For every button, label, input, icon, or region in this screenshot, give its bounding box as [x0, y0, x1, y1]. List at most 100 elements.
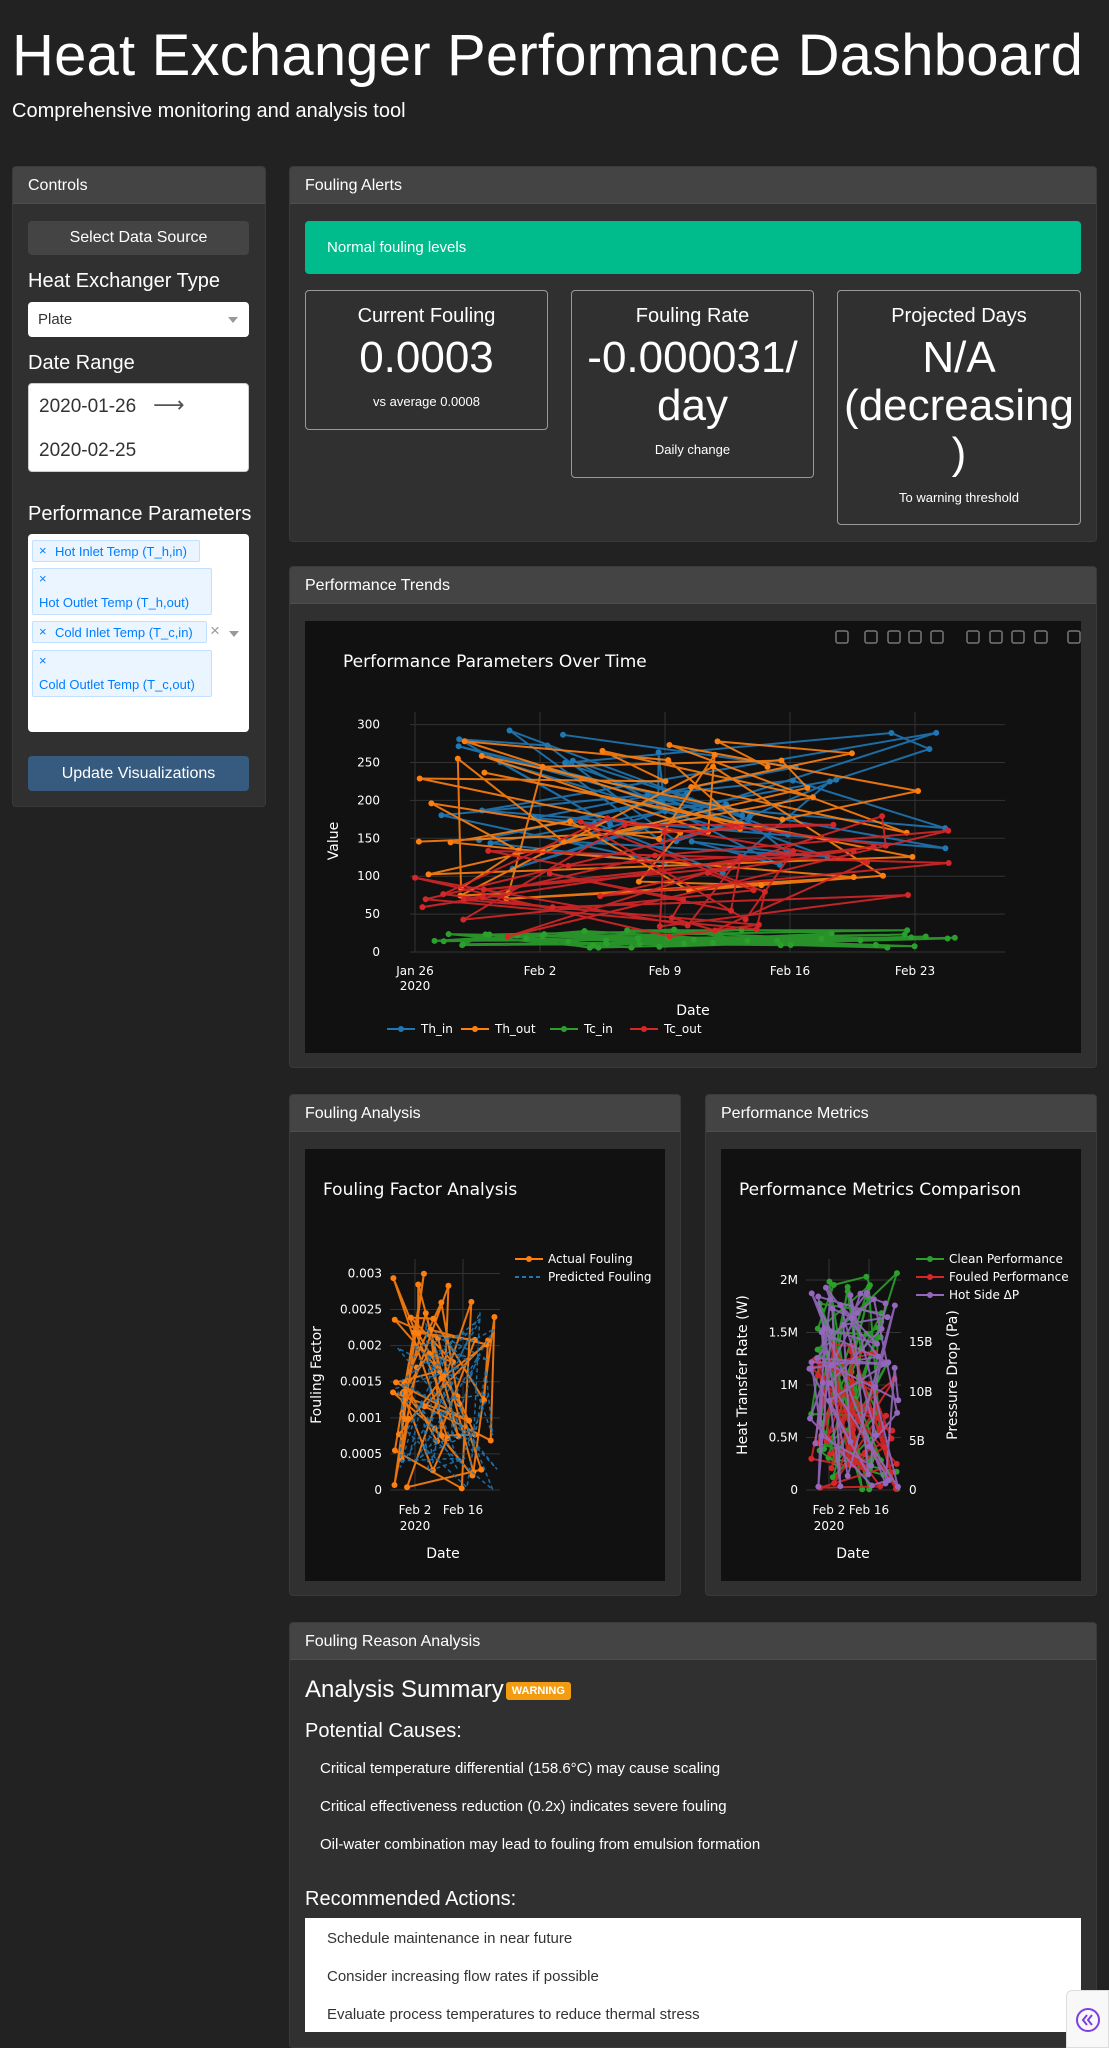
data-point: [478, 752, 485, 759]
fouling-rate-sub: Daily change: [654, 442, 731, 457]
y-tick-label: 0.001: [348, 1411, 382, 1425]
cause-item: Critical effectiveness reduction (0.2x) …: [320, 1798, 727, 1815]
data-point: [750, 887, 757, 894]
legend-label: Clean Performance: [949, 1252, 1063, 1266]
chart-title: Performance Parameters Over Time: [343, 652, 647, 672]
data-point: [636, 940, 643, 947]
warning-badge: WARNING: [505, 1681, 571, 1700]
update-visualizations-button[interactable]: Update Visualizations: [28, 756, 249, 791]
home-icon[interactable]: [1034, 630, 1048, 644]
current-fouling-sub: vs average 0.0008: [373, 394, 480, 409]
data-point: [624, 927, 631, 934]
data-point: [438, 812, 445, 819]
clear-icon[interactable]: ×: [210, 621, 220, 641]
y-axis-title: Value: [326, 822, 342, 860]
hx-type-select[interactable]: Plate: [28, 302, 249, 337]
zoom-out-icon[interactable]: [989, 630, 1003, 644]
performance-metrics-plot[interactable]: Performance Metrics Comparison 0 0.5M 1M 1.5…: [721, 1149, 1081, 1581]
data-point: [447, 839, 454, 846]
data-point: [787, 942, 794, 949]
x-axis-title: Date: [426, 1546, 459, 1562]
data-point: [883, 1412, 890, 1419]
data-point: [864, 859, 871, 866]
data-point: [837, 1302, 844, 1309]
performance-trends-chart[interactable]: Performance Parameters Over Time 0 50 100 15…: [305, 621, 1081, 1053]
data-point: [479, 894, 486, 901]
chip-remove-icon[interactable]: ×: [39, 653, 47, 668]
performance-trends-plot[interactable]: Performance Parameters Over Time 0 50 100 15…: [305, 621, 1081, 1053]
chip-remove-icon[interactable]: ×: [39, 571, 47, 586]
y-tick-label: 0.5M: [769, 1431, 798, 1445]
y2-axis-title: Pressure Drop (Pa): [945, 1310, 961, 1440]
chevrons-left-icon: [1076, 2008, 1100, 2032]
data-point: [539, 763, 546, 770]
data-point: [666, 933, 673, 940]
data-point: [655, 835, 662, 842]
zoom-in-icon[interactable]: [966, 630, 980, 644]
data-point: [739, 812, 746, 819]
data-point: [438, 1299, 445, 1306]
box-select-icon[interactable]: [908, 630, 922, 644]
debug-toggle-button[interactable]: [1066, 1990, 1109, 2048]
series-line-Th_out: [418, 740, 919, 900]
x-tick-year: 2020: [400, 979, 431, 993]
param-chip-cold-outlet[interactable]: × Cold Outlet Temp (T_c,out): [32, 650, 212, 697]
legend-marker: [398, 1026, 404, 1032]
data-point: [879, 872, 886, 879]
data-point: [894, 1483, 901, 1490]
data-point: [828, 930, 835, 937]
x-tick-year: 2020: [814, 1519, 845, 1533]
data-point: [416, 775, 423, 782]
data-point: [844, 1283, 851, 1290]
data-point: [744, 937, 751, 944]
data-point: [882, 842, 889, 849]
data-point: [746, 813, 753, 820]
chip-remove-icon[interactable]: ×: [39, 543, 47, 558]
y2-tick-label: 15B: [909, 1335, 933, 1349]
fouling-status-alert: Normal fouling levels: [305, 221, 1081, 274]
data-point: [891, 1302, 898, 1309]
data-point: [485, 847, 492, 854]
performance-trends-header: Performance Trends: [290, 567, 1096, 604]
chip-remove-icon[interactable]: ×: [39, 624, 47, 639]
data-point: [873, 1432, 880, 1439]
date-range-picker[interactable]: 2020-01-26 ⟶ 2020-02-25: [28, 383, 249, 472]
data-point: [777, 942, 784, 949]
chevron-down-icon[interactable]: [229, 631, 239, 637]
data-point: [481, 769, 488, 776]
data-point: [420, 1270, 427, 1277]
legend-marker: [641, 1026, 647, 1032]
projected-days-sub: To warning threshold: [899, 490, 1019, 505]
data-point: [809, 794, 816, 801]
date-start-input[interactable]: 2020-01-26: [39, 396, 136, 418]
param-chip-cold-inlet[interactable]: × Cold Inlet Temp (T_c,in): [32, 621, 207, 643]
chip-label: Cold Inlet Temp (T_c,in): [55, 625, 193, 640]
data-point: [819, 1379, 826, 1386]
data-point: [866, 1443, 873, 1450]
data-point: [837, 1483, 844, 1490]
lasso-icon[interactable]: [930, 630, 944, 644]
date-end-input[interactable]: 2020-02-25: [39, 440, 136, 462]
data-point: [854, 1309, 861, 1316]
data-point: [753, 926, 760, 933]
x-tick-label: Jan 26: [395, 964, 434, 978]
select-data-source-button[interactable]: Select Data Source: [28, 221, 249, 255]
param-chip-hot-inlet[interactable]: × Hot Inlet Temp (T_h,in): [32, 540, 200, 562]
x-tick-label: Feb 16: [770, 964, 810, 978]
camera-icon[interactable]: [835, 630, 849, 644]
fouling-factor-chart[interactable]: Fouling Factor Analysis 0 0.0005 0.001 0.001…: [305, 1149, 665, 1581]
autoscale-icon[interactable]: [1011, 630, 1025, 644]
y-tick-label: 100: [357, 869, 380, 883]
data-point: [487, 1437, 494, 1444]
fouling-alerts-header: Fouling Alerts: [290, 167, 1096, 204]
data-point: [872, 941, 879, 948]
data-point: [865, 1471, 872, 1478]
fouling-analysis-plot[interactable]: Fouling Factor Analysis 0 0.0005 0.001 0.001…: [305, 1149, 665, 1581]
data-point: [704, 869, 711, 876]
performance-metrics-chart[interactable]: Performance Metrics Comparison 0 0.5M 1M 1.5…: [721, 1149, 1081, 1581]
pan-icon[interactable]: [887, 630, 901, 644]
plotly-logo-icon[interactable]: [1067, 630, 1081, 644]
performance-parameters-multiselect[interactable]: × Hot Inlet Temp (T_h,in) × Hot Outlet T…: [28, 534, 249, 732]
param-chip-hot-outlet[interactable]: × Hot Outlet Temp (T_h,out): [32, 568, 212, 615]
zoom-icon[interactable]: [864, 630, 878, 644]
